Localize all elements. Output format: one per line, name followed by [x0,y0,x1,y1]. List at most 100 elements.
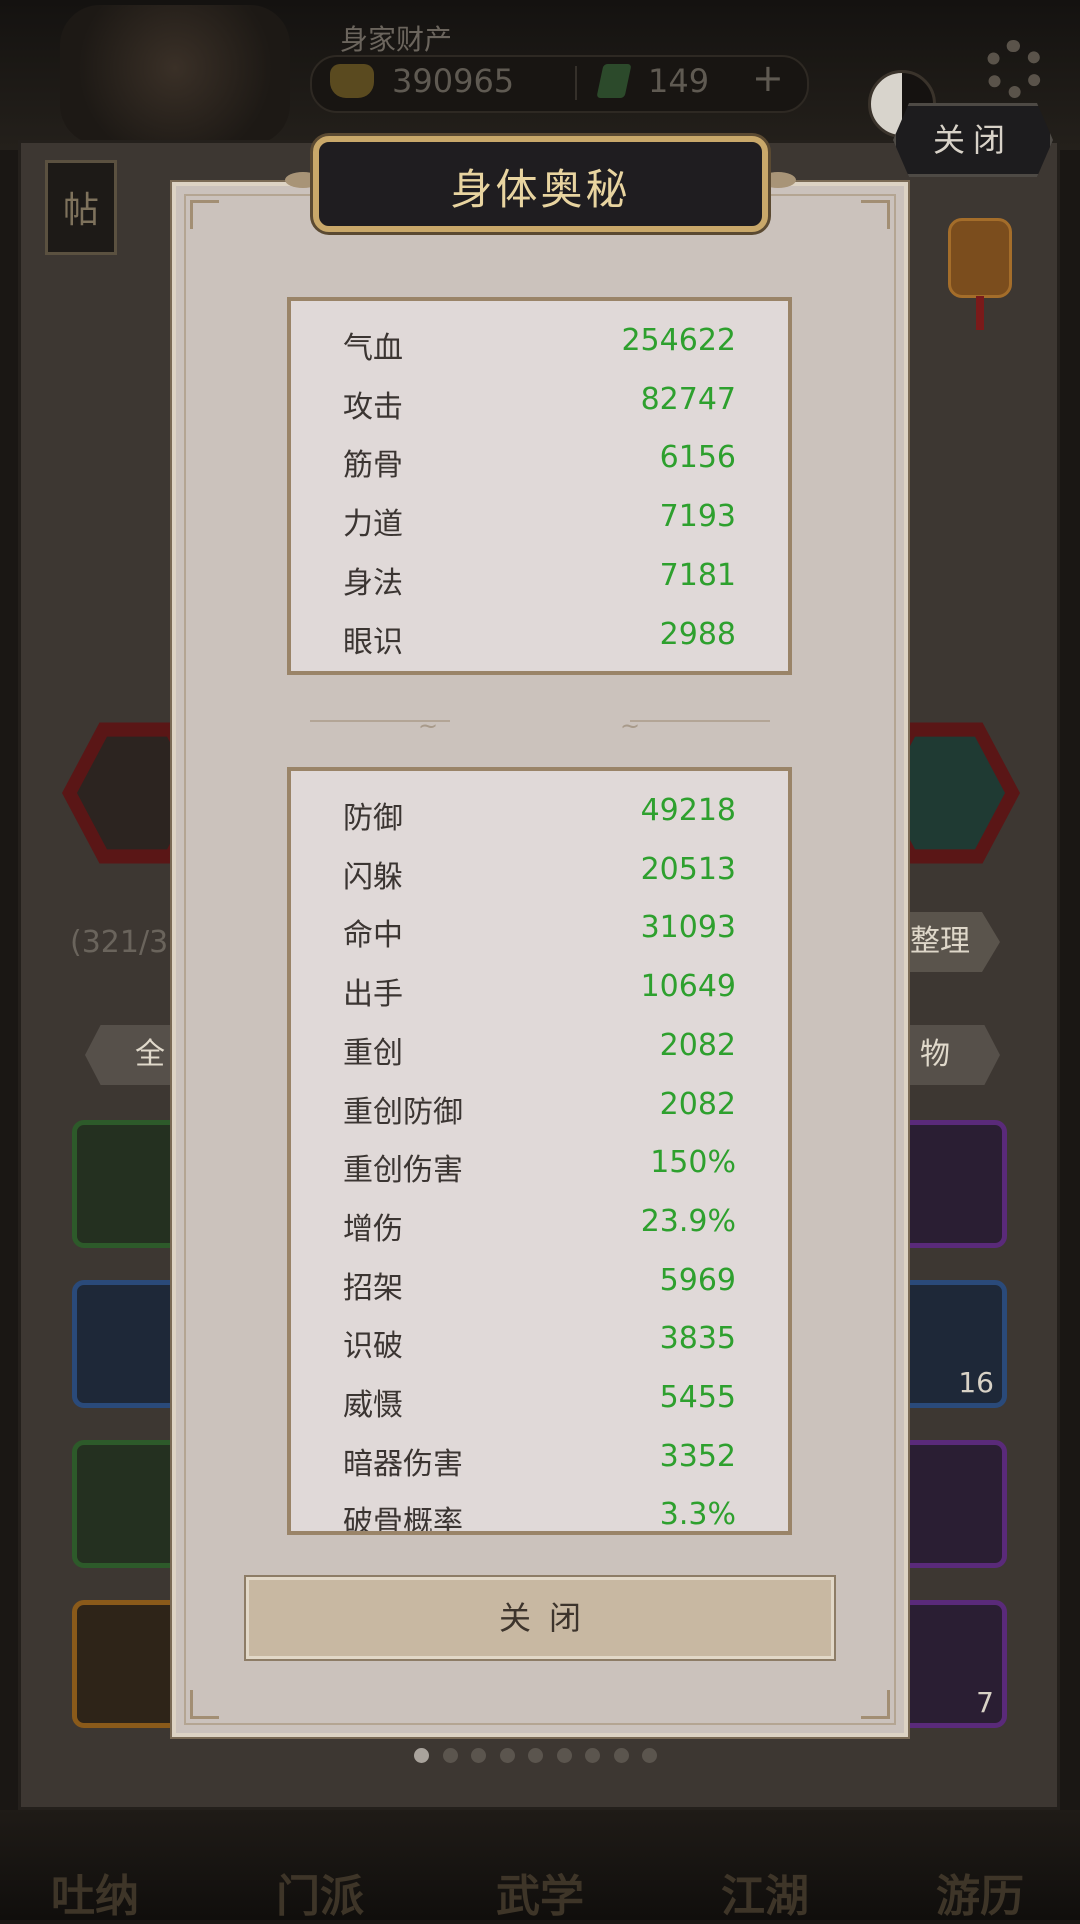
stat-row: 闪躲 20513 [343,842,736,900]
inventory-slot[interactable]: 16 [895,1280,1007,1408]
stat-value: 7181 [659,557,736,593]
slot-count: 7 [976,1686,994,1719]
gold-ingot-icon [330,64,374,98]
stat-value: 150% [650,1145,736,1181]
stat-name: 筋骨 [343,448,403,484]
stat-row: 破骨概率 3.3% [343,1487,736,1535]
stat-row: 出手 10649 [343,959,736,1017]
gear-icon[interactable] [985,40,1043,98]
stat-row: 气血 254622 [343,313,736,371]
page-dot [528,1748,543,1763]
charm-icon[interactable] [940,210,1020,330]
stat-row: 防御 49218 [343,783,736,841]
stat-value: 2082 [659,1086,736,1122]
stat-value: 7193 [659,499,736,535]
stat-value: 10649 [640,969,736,1005]
stat-row: 筋骨 6156 [343,430,736,488]
primary-stats-panel: 气血 254622 攻击 82747 筋骨 6156 力道 7193 身法 7181 眼识 2988 [287,297,792,675]
player-avatar[interactable] [60,5,290,145]
dialog-title-plate: 身体奥秘 [313,136,768,232]
gold-amount: 390965 [392,62,515,100]
stat-value: 31093 [640,910,736,946]
top-close-button[interactable]: 关闭 [893,103,1053,177]
stat-value: 3352 [659,1438,736,1474]
secondary-stats-list[interactable]: 防御 49218 闪躲 20513 命中 31093 出手 10649 重创 2082 重创防御 20… [287,767,792,1535]
stat-value: 5455 [659,1380,736,1415]
stat-row: 增伤 23.9% [343,1194,736,1252]
currency-divider [575,66,577,100]
corner-ornament [861,1690,890,1719]
stat-row: 命中 31093 [343,900,736,958]
stat-row: 招架 5969 [343,1253,736,1311]
inventory-slot[interactable] [72,1600,184,1728]
currency-bar [310,55,809,113]
stat-value: 2082 [659,1027,736,1063]
stat-name: 眼识 [343,624,403,660]
stat-name: 重创伤害 [343,1153,463,1189]
stat-value: 6156 [659,440,736,476]
inventory-capacity: (321/36 [70,925,188,960]
stat-row: 识破 3835 [343,1311,736,1369]
inventory-slot[interactable] [72,1440,184,1568]
stat-name: 闪躲 [343,859,403,895]
stat-row: 攻击 82747 [343,372,736,430]
page-dot [642,1748,657,1763]
divider-swirl-right: ~ [620,712,641,740]
nav-breathing[interactable]: 吐纳 [20,1860,170,1924]
corner-ornament [190,200,219,229]
divider-swirl-left: ~ [418,712,439,740]
stat-name: 攻击 [343,389,403,425]
stat-name: 暗器伤害 [343,1446,463,1482]
stat-name: 气血 [343,331,403,366]
stat-name: 破骨概率 [343,1505,463,1535]
stat-value: 3835 [659,1321,736,1357]
stat-value: 23.9% [640,1203,736,1239]
stat-name: 增伤 [343,1211,403,1247]
page-dot [499,1748,515,1763]
inventory-slot[interactable] [72,1280,184,1408]
nav-martial-arts[interactable]: 武学 [465,1860,615,1924]
stat-value: 82747 [640,381,736,417]
stat-value: 5969 [659,1262,736,1298]
stat-row: 身法 7181 [343,548,736,606]
stat-name: 防御 [343,801,403,836]
stat-name: 招架 [343,1270,403,1306]
stat-value: 49218 [640,793,736,828]
stat-name: 重创 [343,1035,403,1071]
stat-name: 出手 [343,977,403,1013]
add-currency-button[interactable]: + [752,56,784,100]
inventory-slot[interactable] [72,1120,184,1248]
stat-row: 力道 7193 [343,489,736,547]
page-dot [442,1748,458,1763]
stat-name: 身法 [343,565,403,601]
nav-jianghu[interactable]: 江湖 [690,1860,840,1924]
stat-name: 威慑 [343,1388,403,1423]
stat-name: 命中 [343,918,403,954]
nav-sect[interactable]: 门派 [245,1860,395,1924]
divider-right [630,720,770,722]
inventory-slot[interactable] [895,1120,1007,1248]
jade-amount: 149 [648,62,710,100]
close-button[interactable]: 关闭 [246,1577,834,1659]
page-dot [613,1748,629,1763]
stat-row: 暗器伤害 3352 [343,1429,736,1487]
stat-value: 2988 [659,616,736,652]
wealth-label: 身家财产 [340,23,453,56]
stat-row: 重创伤害 150% [343,1135,736,1193]
stat-name: 识破 [343,1329,403,1365]
stat-row: 眼识 2988 [343,607,736,665]
stat-row: 重创防御 2082 [343,1077,736,1135]
corner-ornament [861,200,890,229]
page-dot [585,1748,600,1763]
invitation-button[interactable]: 帖 [45,160,117,255]
nav-travel[interactable]: 游历 [905,1860,1055,1924]
page-dot [556,1748,572,1763]
stat-name: 力道 [343,507,403,543]
stat-value: 20513 [640,851,736,887]
inventory-slot[interactable]: 7 [895,1600,1007,1728]
corner-ornament [190,1690,219,1719]
stat-name: 重创防御 [343,1094,463,1130]
inventory-slot[interactable] [895,1440,1007,1568]
dialog-title: 身体奥秘 [450,165,631,214]
stat-row: 威慑 5455 [343,1370,736,1428]
